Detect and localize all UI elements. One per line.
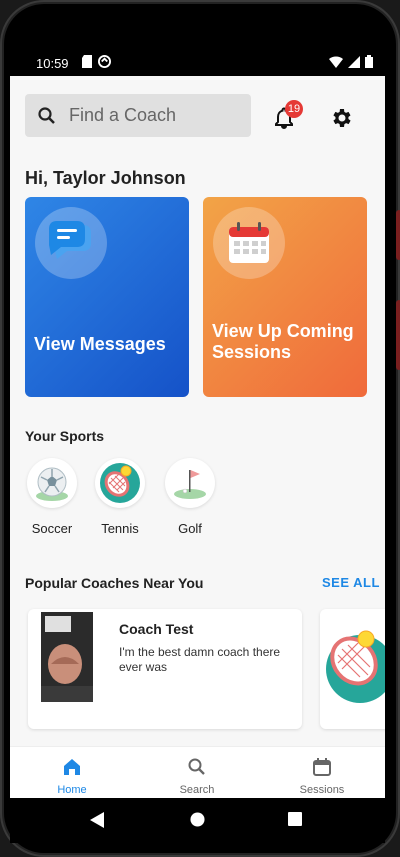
sync-icon (98, 55, 111, 68)
coach-card[interactable]: Coach Test I'm the best damn coach there… (28, 609, 302, 729)
coach-card[interactable] (320, 609, 385, 729)
coach-photo (41, 612, 93, 702)
your-sports-title: Your Sports (25, 428, 105, 444)
sd-card-icon (82, 55, 92, 68)
tab-label: Search (179, 784, 215, 796)
home-icon (64, 759, 80, 775)
tennis-icon (95, 458, 145, 508)
view-sessions-label: View Up Coming Sessions (212, 321, 354, 362)
tab-search[interactable]: Search (157, 757, 237, 796)
app-screen: Find a Coach 19 Hi, Taylor Johnson View … (10, 76, 385, 798)
golf-icon (165, 458, 215, 508)
volume-button (396, 210, 400, 260)
coach-name: Coach Test (119, 621, 194, 637)
sport-item-golf[interactable]: Golf (163, 458, 217, 536)
search-icon (38, 107, 55, 124)
sport-label: Soccer (31, 521, 73, 536)
search-placeholder: Find a Coach (69, 105, 177, 125)
wifi-icon (329, 55, 343, 68)
calendar-icon (313, 758, 331, 776)
status-notification-icons (82, 55, 111, 68)
search-icon (188, 758, 205, 775)
tab-sessions[interactable]: Sessions (282, 757, 362, 796)
tab-label: Home (57, 784, 87, 796)
recents-icon[interactable] (288, 812, 302, 826)
tab-label: Sessions (299, 784, 345, 796)
see-all-link[interactable]: SEE ALL (322, 575, 380, 590)
calendar-icon (213, 207, 285, 279)
gear-icon[interactable] (330, 106, 354, 130)
greeting: Hi, Taylor Johnson (25, 168, 186, 188)
search-input[interactable]: Find a Coach (25, 94, 251, 137)
sport-item-tennis[interactable]: Tennis (93, 458, 147, 536)
sport-label: Golf (178, 521, 202, 536)
signal-icon (348, 55, 360, 68)
power-button (396, 300, 400, 370)
view-messages-card[interactable]: View Messages (25, 197, 189, 397)
bottom-navigation: Home Search Sessions (10, 746, 385, 798)
coach-description: I'm the best damn coach there ever was (119, 645, 281, 674)
system-navigation-bar (10, 798, 385, 843)
notification-badge: 19 (285, 100, 303, 118)
back-icon[interactable] (90, 812, 104, 828)
popular-coaches-title: Popular Coaches Near You (25, 575, 204, 591)
status-bar: 10:59 (10, 50, 385, 76)
sport-label: Tennis (101, 521, 139, 536)
messages-icon (35, 207, 107, 279)
view-sessions-card[interactable]: View Up Coming Sessions (203, 197, 367, 397)
soccer-ball-icon (27, 458, 77, 508)
home-button-icon[interactable] (190, 812, 205, 827)
battery-icon (365, 55, 373, 68)
status-time: 10:59 (36, 56, 69, 71)
tennis-icon (326, 630, 385, 703)
status-system-icons (329, 55, 373, 68)
view-messages-label: View Messages (34, 334, 166, 354)
sport-item-soccer[interactable]: Soccer (25, 458, 79, 536)
tab-home[interactable]: Home (32, 757, 112, 796)
